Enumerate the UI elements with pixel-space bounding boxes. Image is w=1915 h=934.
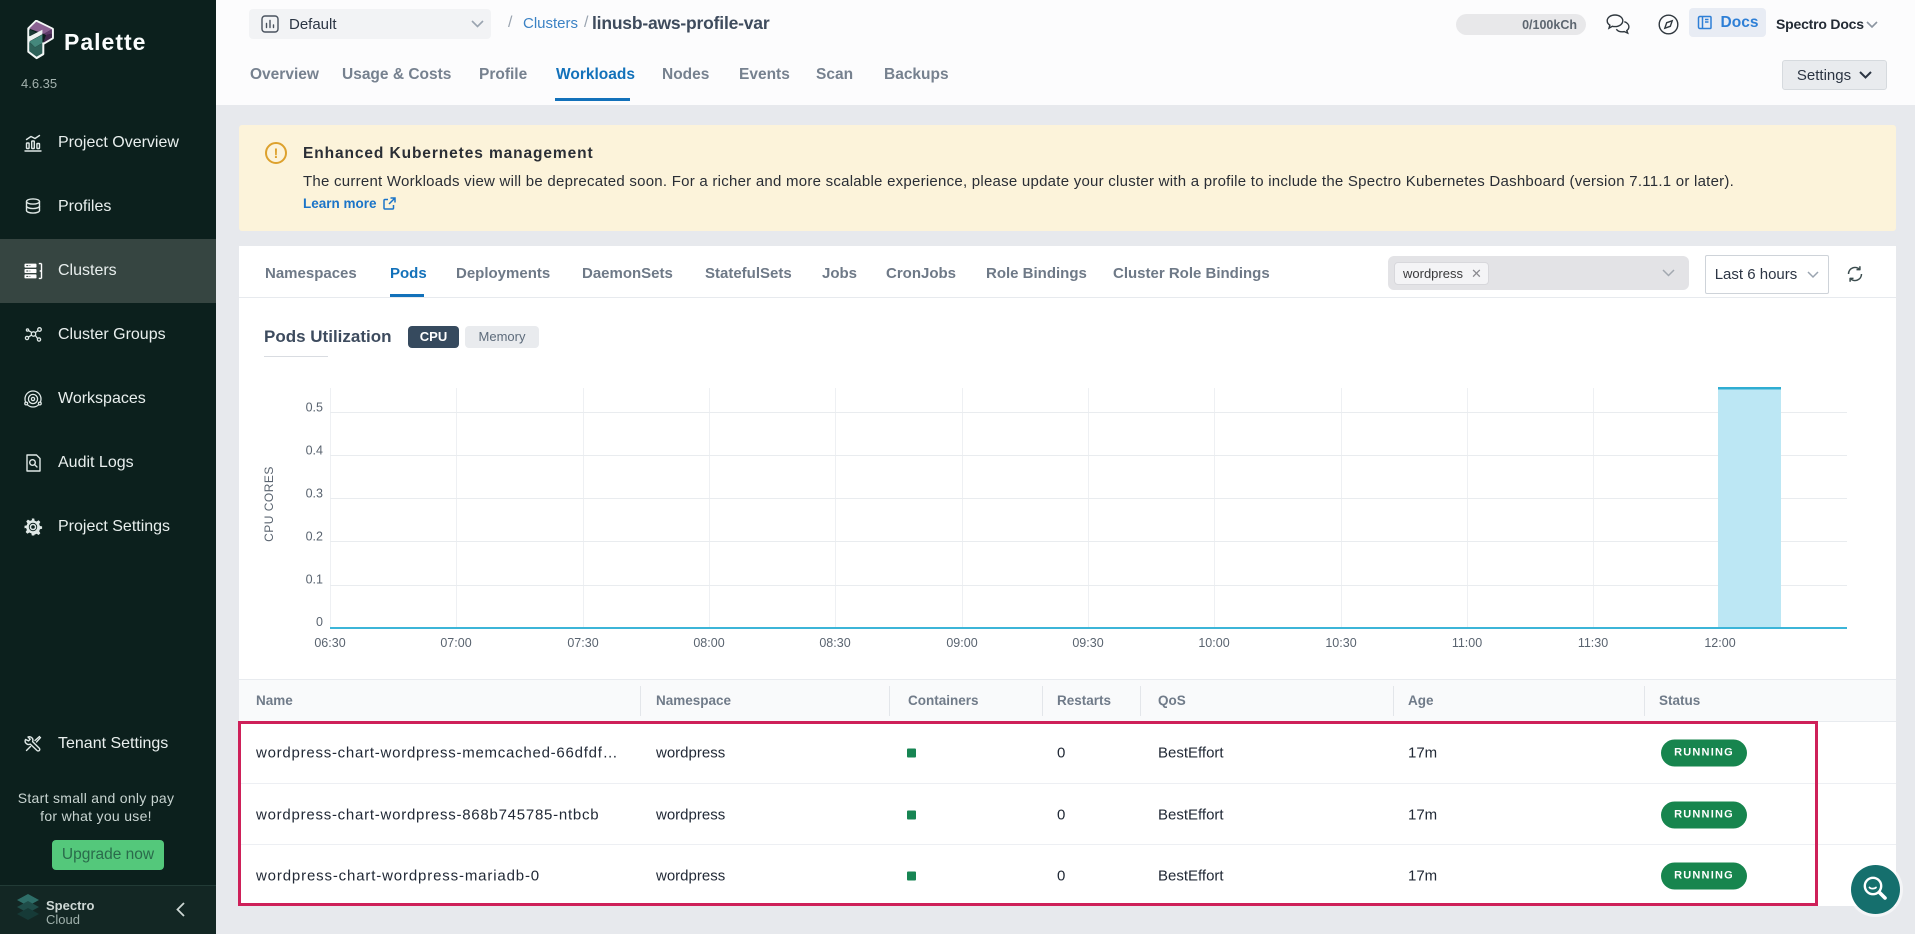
svg-text:09:30: 09:30 xyxy=(1072,636,1103,650)
svg-text:0.3: 0.3 xyxy=(306,487,323,501)
svg-text:10:30: 10:30 xyxy=(1325,636,1356,650)
svg-text:0.2: 0.2 xyxy=(306,530,323,544)
svg-text:10:00: 10:00 xyxy=(1198,636,1229,650)
svg-text:12:00: 12:00 xyxy=(1704,636,1735,650)
svg-text:08:30: 08:30 xyxy=(819,636,850,650)
svg-text:07:30: 07:30 xyxy=(567,636,598,650)
svg-text:0.4: 0.4 xyxy=(306,444,323,458)
svg-text:11:30: 11:30 xyxy=(1578,636,1608,650)
svg-text:0.1: 0.1 xyxy=(306,573,323,587)
svg-text:0: 0 xyxy=(316,615,323,629)
svg-text:08:00: 08:00 xyxy=(693,636,724,650)
svg-text:07:00: 07:00 xyxy=(440,636,471,650)
svg-text:CPU CORES: CPU CORES xyxy=(262,466,276,542)
svg-text:11:00: 11:00 xyxy=(1452,636,1482,650)
svg-text:0.5: 0.5 xyxy=(306,401,323,415)
svg-text:09:00: 09:00 xyxy=(946,636,977,650)
svg-text:06:30: 06:30 xyxy=(314,636,345,650)
